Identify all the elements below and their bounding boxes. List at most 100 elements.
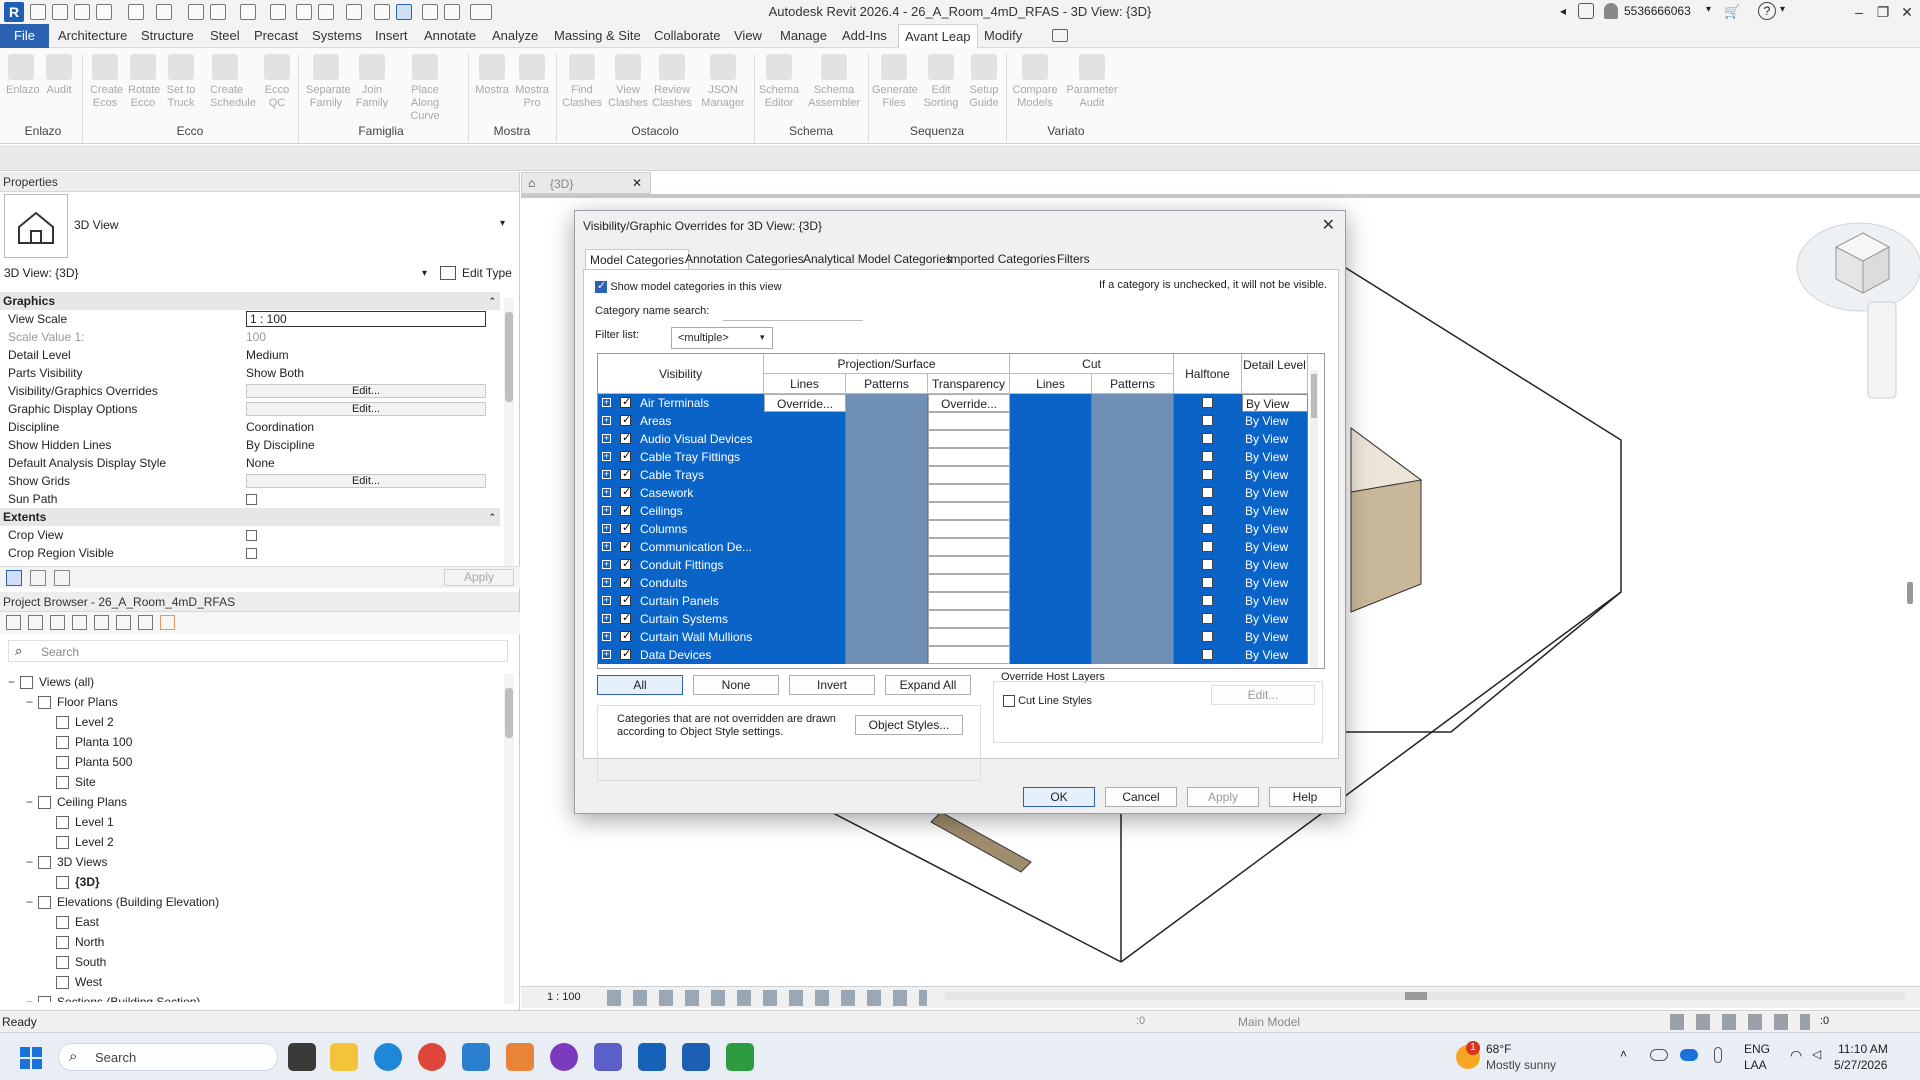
override-cell[interactable] [1010,484,1092,502]
show-categories-checkbox[interactable] [595,279,607,293]
browser-tree-item[interactable]: − 3D Views [26,852,107,872]
expand-icon[interactable]: + [602,596,611,605]
view-scale-input[interactable]: 1 : 100 [246,311,486,327]
categorize-icon[interactable] [6,570,22,586]
override-cell[interactable] [1010,628,1092,646]
tab-structure[interactable]: Structure [135,24,200,48]
detail-level-cell[interactable]: By View [1242,448,1308,466]
category-row[interactable]: + Curtain Wall Mullions By View [598,628,1308,646]
override-cell[interactable] [1010,466,1092,484]
override-cell[interactable] [1092,646,1174,664]
taskbar-search[interactable]: ⌕ Search [58,1043,278,1071]
crop-view-checkbox[interactable] [246,530,257,542]
edit-type-icon[interactable] [440,266,456,280]
expand-icon[interactable]: + [602,488,611,497]
detail-level-cell[interactable]: By View [1242,646,1308,664]
prop-analysis-style[interactable]: Default Analysis Display Style None [0,454,500,472]
cancel-button[interactable]: Cancel [1105,787,1177,807]
chevron-left-icon[interactable]: ◂ [1560,4,1574,18]
object-styles-button[interactable]: Object Styles... [855,715,963,735]
override-cell[interactable] [764,466,846,484]
ribbon-button-mostra[interactable]: Mostra [472,54,512,97]
halftone-checkbox[interactable] [1202,631,1213,642]
browser-tree-item[interactable]: {3D} [44,872,100,892]
category-row[interactable]: + Curtain Systems By View [598,610,1308,628]
override-cell[interactable] [928,502,1010,520]
halftone-checkbox[interactable] [1202,469,1213,480]
tab-avant-leap[interactable]: Avant Leap [898,24,978,48]
tab-massing-site[interactable]: Massing & Site [548,24,647,48]
col-visibility[interactable]: Visibility [598,354,764,394]
tab-annotate[interactable]: Annotate [418,24,482,48]
chrome-icon[interactable] [418,1043,446,1071]
filter-count[interactable]: :0 [1820,1015,1829,1027]
override-cell[interactable] [1092,466,1174,484]
user-name[interactable]: 5536666063 [1624,4,1691,18]
teams-icon[interactable] [594,1043,622,1071]
task-view-icon[interactable] [288,1043,316,1071]
view-tab-3d[interactable]: ⌂ {3D} ✕ [521,172,651,194]
detail-level-cell[interactable]: By View [1242,610,1308,628]
override-cell[interactable] [928,466,1010,484]
select-none-button[interactable]: None [693,675,779,695]
override-cell[interactable] [1010,538,1092,556]
override-cell[interactable] [928,520,1010,538]
ok-button[interactable]: OK [1023,787,1095,807]
override-cell[interactable] [1092,574,1174,592]
vg-overrides-edit-button[interactable]: Edit... [246,384,486,398]
override-cell[interactable] [846,538,928,556]
category-visibility-checkbox[interactable] [620,539,631,552]
tab-imported-categories[interactable]: Imported Categories [943,249,1060,269]
override-button[interactable]: Override... [928,394,1010,412]
override-cell[interactable] [764,610,846,628]
excel-icon[interactable] [726,1043,754,1071]
prop-parts-visibility[interactable]: Parts Visibility Show Both [0,364,500,382]
tab-steel[interactable]: Steel [204,24,246,48]
category-row[interactable]: + Areas By View [598,412,1308,430]
category-row[interactable]: + Audio Visual Devices By View [598,430,1308,448]
override-cell[interactable] [764,430,846,448]
category-visibility-checkbox[interactable] [620,503,631,516]
category-visibility-checkbox[interactable] [620,593,631,606]
ribbon-button-json-manager[interactable]: JSON Manager [698,54,748,110]
type-name[interactable]: 3D View [74,218,118,232]
browser-link-icon[interactable] [160,615,175,630]
browser-tree-item[interactable]: Level 2 [44,832,114,852]
ribbon-button-generate-files[interactable]: Generate Files [872,54,918,110]
help-icon[interactable]: ? [1758,2,1776,20]
browser-search-box[interactable]: ⌕ Search [8,640,508,662]
ribbon-button-set-to-truck[interactable]: Set to Truck [166,54,196,110]
ribbon-button-create-schedule[interactable]: Create Schedule [210,54,256,110]
override-cell[interactable] [1010,448,1092,466]
category-row[interactable]: + Casework By View [598,484,1308,502]
invert-button[interactable]: Invert [789,675,875,695]
show-grids-edit-button[interactable]: Edit... [246,474,486,488]
override-cell[interactable] [764,646,846,664]
override-cell[interactable] [846,520,928,538]
override-cell[interactable] [1010,574,1092,592]
instance-selector[interactable]: 3D View: {3D} [4,266,79,280]
ribbon-button-audit[interactable]: Audit [44,54,74,97]
sun-path-checkbox[interactable] [246,494,257,506]
category-visibility-checkbox[interactable] [620,629,631,642]
expand-icon[interactable]: + [602,416,611,425]
expand-icon[interactable]: + [602,452,611,461]
override-cell[interactable] [1092,430,1174,448]
browser-tree-item[interactable]: North [44,932,104,952]
browser-tree-item[interactable]: Level 2 [44,712,114,732]
browser-tree-item[interactable]: West [44,972,102,992]
claude-icon[interactable] [506,1043,534,1071]
detail-level-cell[interactable]: By View [1242,484,1308,502]
override-cell[interactable] [764,592,846,610]
app-icon[interactable] [550,1043,578,1071]
browser-views-icon[interactable] [28,615,43,630]
override-cell[interactable] [846,592,928,610]
override-cell[interactable] [846,610,928,628]
properties-apply-button[interactable]: Apply [444,569,514,586]
browser-tree-item[interactable]: East [44,912,99,932]
halftone-checkbox[interactable] [1202,451,1213,462]
prop-detail-level[interactable]: Detail Level Medium [0,346,500,364]
override-cell[interactable] [846,574,928,592]
override-cell[interactable] [1092,628,1174,646]
override-cell[interactable] [764,556,846,574]
